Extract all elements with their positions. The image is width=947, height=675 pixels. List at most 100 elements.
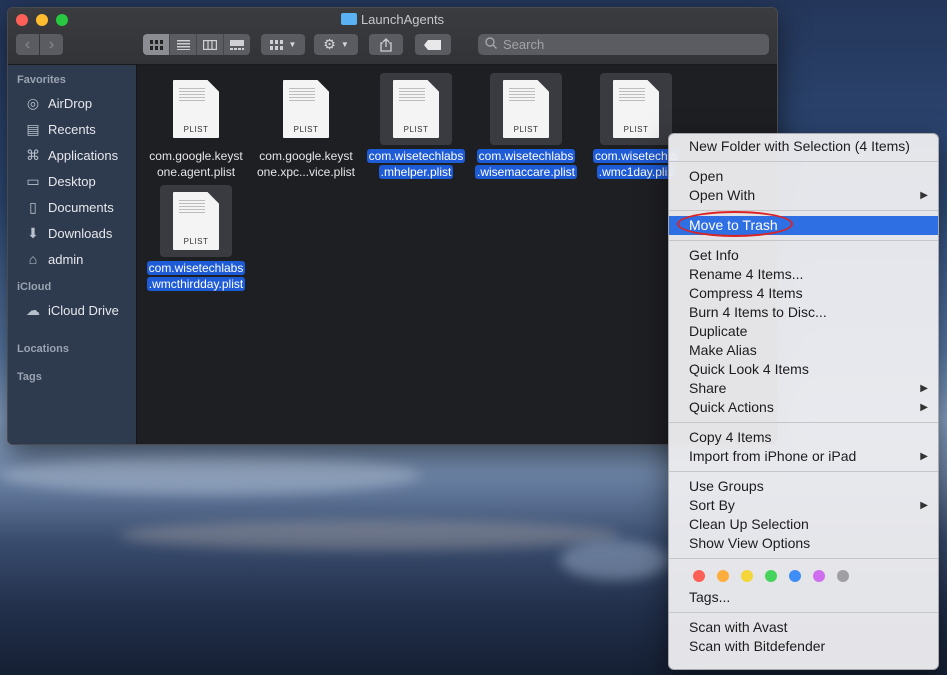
menu-separator bbox=[669, 471, 938, 472]
icon-view-button[interactable] bbox=[143, 34, 170, 55]
tag-color-dot[interactable] bbox=[837, 570, 849, 582]
menu-item-show-view-options[interactable]: Show View Options bbox=[669, 534, 938, 553]
menu-item-label: Scan with Avast bbox=[689, 619, 788, 635]
menu-item-share[interactable]: Share ▶ bbox=[669, 379, 938, 398]
share-button[interactable] bbox=[369, 34, 403, 55]
tag-color-dot[interactable] bbox=[717, 570, 729, 582]
tag-color-dot[interactable] bbox=[741, 570, 753, 582]
cloud bbox=[0, 455, 420, 495]
menu-item-label: Get Info bbox=[689, 247, 739, 263]
menu-item-duplicate[interactable]: Duplicate bbox=[669, 322, 938, 341]
menu-item-label: Compress 4 Items bbox=[689, 285, 803, 301]
file-item[interactable]: PLIST com.wisetechlabs .wisemaccare.plist bbox=[471, 73, 581, 180]
menu-item-label: Rename 4 Items... bbox=[689, 266, 804, 282]
back-button[interactable]: ‹ bbox=[16, 34, 39, 55]
menu-item-quick-look-4-items[interactable]: Quick Look 4 Items bbox=[669, 360, 938, 379]
menu-item-import-from-iphone-or-ipad[interactable]: Import from iPhone or iPad ▶ bbox=[669, 447, 938, 466]
sidebar-item-label: Desktop bbox=[48, 173, 96, 189]
menu-item-copy-4-items[interactable]: Copy 4 Items bbox=[669, 428, 938, 447]
menu-item-get-info[interactable]: Get Info bbox=[669, 246, 938, 265]
menu-item-make-alias[interactable]: Make Alias bbox=[669, 341, 938, 360]
menu-separator bbox=[669, 558, 938, 559]
menu-item-compress-4-items[interactable]: Compress 4 Items bbox=[669, 284, 938, 303]
sidebar-item-airdrop[interactable]: ◎ AirDrop bbox=[8, 90, 136, 116]
sidebar-item-admin[interactable]: ⌂ admin bbox=[8, 246, 136, 272]
menu-item-open-with[interactable]: Open With ▶ bbox=[669, 186, 938, 205]
menu-item-scan-with-bitdefender[interactable]: Scan with Bitdefender bbox=[669, 637, 938, 656]
menu-item-move-to-trash[interactable]: Move to Trash bbox=[669, 211, 938, 237]
menu-item-open[interactable]: Open bbox=[669, 167, 938, 186]
grid-icon bbox=[269, 39, 283, 50]
tag-color-dot[interactable] bbox=[693, 570, 705, 582]
menu-item-use-groups[interactable]: Use Groups bbox=[669, 477, 938, 496]
menu-item-label: Duplicate bbox=[689, 323, 748, 339]
list-view-button[interactable] bbox=[170, 34, 197, 55]
menu-item-tags[interactable]: Tags... bbox=[669, 588, 938, 607]
menu-item-quick-actions[interactable]: Quick Actions ▶ bbox=[669, 398, 938, 417]
menu-item-sort-by[interactable]: Sort By ▶ bbox=[669, 496, 938, 515]
documents-icon: ▯ bbox=[29, 198, 37, 215]
sidebar-item-applications[interactable]: ⌘ Applications bbox=[8, 142, 136, 168]
sidebar-item-documents[interactable]: ▯ Documents bbox=[8, 194, 136, 220]
sidebar-item-icloud-drive[interactable]: ☁ iCloud Drive bbox=[8, 297, 136, 323]
menu-item-rename-4-items[interactable]: Rename 4 Items... bbox=[669, 265, 938, 284]
forward-button[interactable]: › bbox=[40, 34, 63, 55]
file-name-line: .wisemaccare.plist bbox=[474, 165, 578, 179]
chevron-down-icon: ▼ bbox=[340, 40, 349, 49]
menu-item-new-folder-with-selection-4-items[interactable]: New Folder with Selection (4 Items) bbox=[669, 137, 938, 156]
context-menu: New Folder with Selection (4 Items) Open O… bbox=[668, 133, 939, 670]
window-title-text: LaunchAgents bbox=[360, 12, 445, 27]
file-type-label: PLIST bbox=[183, 125, 209, 134]
tag-color-dot[interactable] bbox=[813, 570, 825, 582]
tag-color-dot[interactable] bbox=[789, 570, 801, 582]
file-item[interactable]: PLIST com.wisetechlabs .wmcthirdday.plist bbox=[141, 185, 251, 292]
file-type-label: PLIST bbox=[623, 125, 649, 134]
menu-item-label: Scan with Bitdefender bbox=[689, 638, 826, 654]
file-name: com.google.keyst one.xpc...vice.plist bbox=[251, 148, 361, 180]
tags-button[interactable] bbox=[415, 34, 451, 55]
file-name-line: one.agent.plist bbox=[156, 165, 236, 179]
submenu-arrow-icon: ▶ bbox=[920, 190, 928, 201]
action-button[interactable]: ⚙ ▼ bbox=[314, 34, 358, 55]
document-lines bbox=[289, 88, 315, 102]
gallery-view-button[interactable] bbox=[224, 34, 250, 55]
column-view-button[interactable] bbox=[197, 34, 224, 55]
search-icon bbox=[485, 37, 497, 52]
sidebar-item-label: AirDrop bbox=[48, 95, 93, 111]
tag-colors-row bbox=[669, 564, 938, 588]
tag-icon bbox=[424, 39, 441, 50]
file-name-line: com.wisetechlabs bbox=[476, 149, 576, 163]
cloud bbox=[120, 520, 620, 550]
menu-item-burn-4-items-to-disc[interactable]: Burn 4 Items to Disc... bbox=[669, 303, 938, 322]
chevron-right-icon: › bbox=[48, 35, 55, 53]
file-name: com.wisetechlabs .wisemaccare.plist bbox=[471, 148, 581, 180]
document-lines bbox=[509, 88, 535, 102]
sidebar-item-label: Recents bbox=[48, 121, 96, 137]
file-item[interactable]: PLIST com.wisetechlabs .mhelper.plist bbox=[361, 73, 471, 180]
home-icon: ⌂ bbox=[28, 251, 38, 267]
submenu-arrow-icon: ▶ bbox=[920, 500, 928, 511]
menu-item-label: Show View Options bbox=[689, 535, 811, 551]
document-icon: PLIST bbox=[283, 80, 329, 138]
document-lines bbox=[179, 200, 205, 214]
file-type-label: PLIST bbox=[403, 125, 429, 134]
menu-item-label: Share bbox=[689, 380, 727, 396]
menu-item-label: Open With bbox=[689, 187, 756, 203]
file-item[interactable]: PLIST com.google.keyst one.agent.plist bbox=[141, 73, 251, 180]
toolbar: LaunchAgents ‹ › ▼ ⚙ ▼ Search bbox=[8, 8, 777, 65]
menu-item-clean-up-selection[interactable]: Clean Up Selection bbox=[669, 515, 938, 534]
sidebar-section-header: Favorites bbox=[17, 74, 66, 86]
search-field[interactable]: Search bbox=[478, 34, 769, 55]
tag-color-dot[interactable] bbox=[765, 570, 777, 582]
menu-item-scan-with-avast[interactable]: Scan with Avast bbox=[669, 618, 938, 637]
sidebar-item-recents[interactable]: ▤ Recents bbox=[8, 116, 136, 142]
document-icon: PLIST bbox=[393, 80, 439, 138]
window-title: LaunchAgents bbox=[8, 12, 777, 27]
sidebar-item-desktop[interactable]: ▭ Desktop bbox=[8, 168, 136, 194]
sidebar-item-downloads[interactable]: ⬇ Downloads bbox=[8, 220, 136, 246]
file-name: com.wisetechlabs .mhelper.plist bbox=[361, 148, 471, 180]
file-item[interactable]: PLIST com.google.keyst one.xpc...vice.plis… bbox=[251, 73, 361, 180]
menu-item-label: Quick Look 4 Items bbox=[689, 361, 809, 377]
group-by-button[interactable]: ▼ bbox=[261, 34, 305, 55]
cloud bbox=[560, 540, 670, 580]
